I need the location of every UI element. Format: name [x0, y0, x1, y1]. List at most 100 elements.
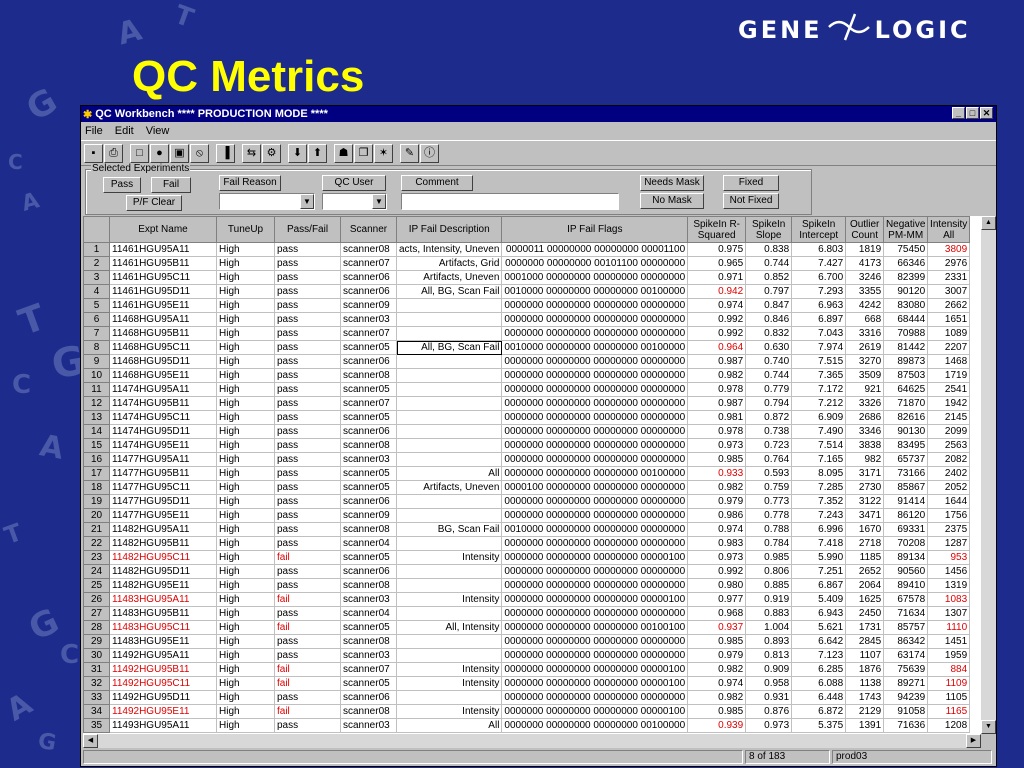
table-cell[interactable]: [396, 578, 503, 593]
table-cell[interactable]: pass: [274, 326, 341, 341]
camera-icon[interactable]: ●: [150, 143, 169, 163]
table-cell[interactable]: 0.847: [745, 298, 793, 313]
table-cell[interactable]: 0.794: [745, 396, 793, 411]
table-cell[interactable]: 0.965: [687, 256, 747, 271]
table-cell[interactable]: 65737: [883, 452, 929, 467]
table-cell[interactable]: scanner03: [340, 452, 397, 467]
table-cell[interactable]: 1185: [845, 550, 885, 565]
table-cell[interactable]: 0.982: [687, 368, 747, 383]
table-cell[interactable]: Intensity: [396, 592, 503, 607]
table-cell[interactable]: pass: [274, 256, 341, 271]
table-cell[interactable]: 2845: [845, 634, 885, 649]
table-cell[interactable]: 11483HGU95B11: [109, 606, 217, 621]
table-cell[interactable]: 0.764: [745, 452, 793, 467]
table-cell[interactable]: High: [216, 718, 275, 733]
table-cell[interactable]: 86120: [883, 508, 929, 523]
table-cell[interactable]: 0000000 00000000 00000000 00000000: [501, 326, 689, 341]
table-cell[interactable]: 3471: [845, 508, 885, 523]
table-cell[interactable]: scanner08: [340, 522, 397, 537]
table-cell[interactable]: 0.939: [687, 718, 747, 733]
row-number[interactable]: 35: [83, 718, 110, 733]
table-cell[interactable]: scanner07: [340, 326, 397, 341]
table-cell[interactable]: BG, Scan Fail: [396, 522, 503, 537]
table-cell[interactable]: 82399: [883, 270, 929, 285]
table-cell[interactable]: 11474HGU95E11: [109, 438, 217, 453]
table-row[interactable]: 15 11474HGU95E11 High pass scanner08 0000000 …: [83, 438, 971, 453]
table-cell[interactable]: 0.980: [687, 578, 747, 593]
table-cell[interactable]: Intensity: [396, 662, 503, 677]
table-cell[interactable]: 6.642: [791, 634, 847, 649]
table-cell[interactable]: 71870: [883, 396, 929, 411]
table-cell[interactable]: 1208: [927, 718, 971, 733]
table-cell[interactable]: scanner07: [340, 396, 397, 411]
table-cell[interactable]: 0.846: [745, 312, 793, 327]
table-cell[interactable]: 7.293: [791, 284, 847, 299]
table-cell[interactable]: 70208: [883, 536, 929, 551]
table-cell[interactable]: 2129: [845, 704, 885, 719]
fail-button[interactable]: Fail: [151, 177, 191, 193]
table-cell[interactable]: [396, 424, 503, 439]
table-cell[interactable]: High: [216, 242, 275, 257]
table-cell[interactable]: scanner06: [340, 690, 397, 705]
table-cell[interactable]: 0000000 00000000 00000000 00100100: [501, 620, 689, 635]
table-row[interactable]: 9 11468HGU95D11 High pass scanner06 0000000 0…: [83, 354, 971, 369]
table-cell[interactable]: 7.285: [791, 480, 847, 495]
table-cell[interactable]: 1959: [927, 648, 971, 663]
table-cell[interactable]: 11483HGU95A11: [109, 592, 217, 607]
table-cell[interactable]: 0.992: [687, 564, 747, 579]
table-cell[interactable]: 884: [927, 662, 971, 677]
table-cell[interactable]: 11468HGU95D11: [109, 354, 217, 369]
table-cell[interactable]: High: [216, 550, 275, 565]
table-cell[interactable]: scanner06: [340, 424, 397, 439]
horizontal-scrollbar[interactable]: ◀ ▶: [83, 734, 981, 748]
table-cell[interactable]: 0.982: [687, 690, 747, 705]
table-cell[interactable]: 11474HGU95D11: [109, 424, 217, 439]
table-cell[interactable]: 0000000 00000000 00000000 00000000: [501, 368, 689, 383]
table-cell[interactable]: 2976: [927, 256, 971, 271]
table-row[interactable]: 14 11474HGU95D11 High pass scanner06 0000000 …: [83, 424, 971, 439]
table-cell[interactable]: High: [216, 536, 275, 551]
table-cell[interactable]: 1105: [927, 690, 971, 705]
table-cell[interactable]: 6.909: [791, 410, 847, 425]
table-cell[interactable]: 2541: [927, 382, 971, 397]
table-cell[interactable]: pass: [274, 424, 341, 439]
table-cell[interactable]: 3509: [845, 368, 885, 383]
table-cell[interactable]: pass: [274, 578, 341, 593]
document-icon[interactable]: ❐: [354, 143, 373, 163]
table-cell[interactable]: 0000000 00000000 00000000 00000000: [501, 438, 689, 453]
table-cell[interactable]: 0.723: [745, 438, 793, 453]
table-cell[interactable]: pass: [274, 718, 341, 733]
chevron-down-icon[interactable]: ▼: [300, 194, 314, 209]
table-cell[interactable]: 3007: [927, 284, 971, 299]
table-cell[interactable]: fail: [274, 592, 341, 607]
table-cell[interactable]: 0.883: [745, 606, 793, 621]
table-cell[interactable]: 3838: [845, 438, 885, 453]
table-cell[interactable]: 94239: [883, 690, 929, 705]
table-cell[interactable]: 3355: [845, 284, 885, 299]
table-cell[interactable]: 6.448: [791, 690, 847, 705]
column-header[interactable]: SpikeIn Slope: [745, 216, 793, 243]
table-cell[interactable]: acts, Intensity, Uneven: [396, 242, 503, 257]
table-cell[interactable]: 7.974: [791, 340, 847, 355]
row-number[interactable]: 3: [83, 270, 110, 285]
table-cell[interactable]: 0.778: [745, 508, 793, 523]
table-cell[interactable]: 0.797: [745, 284, 793, 299]
table-cell[interactable]: scanner09: [340, 508, 397, 523]
table-cell[interactable]: fail: [274, 662, 341, 677]
table-cell[interactable]: scanner06: [340, 494, 397, 509]
table-cell[interactable]: High: [216, 270, 275, 285]
table-row[interactable]: 6 11468HGU95A11 High pass scanner03 0000000 0…: [83, 312, 971, 327]
table-cell[interactable]: High: [216, 326, 275, 341]
table-cell[interactable]: pass: [274, 396, 341, 411]
table-cell[interactable]: pass: [274, 522, 341, 537]
table-cell[interactable]: 0.630: [745, 340, 793, 355]
table-cell[interactable]: 6.803: [791, 242, 847, 257]
table-cell[interactable]: 69331: [883, 522, 929, 537]
table-cell[interactable]: 6.897: [791, 312, 847, 327]
table-cell[interactable]: pass: [274, 284, 341, 299]
table-cell[interactable]: 63174: [883, 648, 929, 663]
table-cell[interactable]: High: [216, 424, 275, 439]
table-cell[interactable]: pass: [274, 270, 341, 285]
arrow-down-icon[interactable]: ⬇: [288, 143, 307, 163]
table-cell[interactable]: High: [216, 284, 275, 299]
